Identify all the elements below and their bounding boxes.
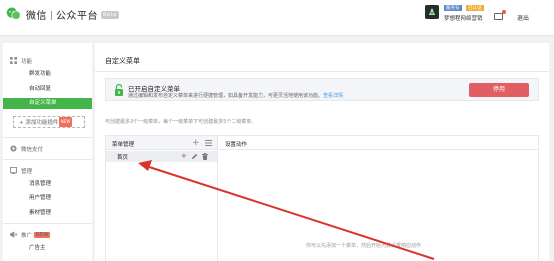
lock-icon [115, 83, 123, 96]
sidebar-item-auto-reply[interactable]: 自动回复 [3, 84, 92, 95]
manage-icon [10, 167, 17, 174]
brand-sub: 公众平台 [56, 11, 98, 22]
sidebar-divider [3, 159, 92, 160]
notice-text: 通过编辑和发布自定义菜单来进行便捷管理，如具备开发能力，可更灵活地使用该功能。 [128, 93, 324, 99]
add-plugin-button[interactable]: + 添加功能插件 NEW [13, 116, 85, 128]
set-action-header: 设置动作 [219, 136, 539, 150]
brand-separator [51, 11, 52, 20]
sidebar-group-label: 管理 [21, 168, 33, 175]
notice-box: 已开启自定义菜单 通过编辑和发布自定义菜单来进行便捷管理，如具备开发能力，可更灵… [105, 78, 539, 101]
account-name[interactable]: 梦想程网络营销 [444, 14, 483, 22]
sidebar-group-promo: 推广 NEW [3, 230, 51, 239]
menu-manage-header: 菜单管理 + [106, 136, 217, 150]
verified-badge: 已认证 [466, 5, 484, 11]
page-title: 自定义菜单 [105, 57, 140, 65]
empty-action-text: 你可以先添加一个菜单，然后开始为其设置响应动作 [306, 243, 422, 249]
sidebar-item-messages[interactable]: 消息管理 [3, 179, 92, 190]
title-divider [95, 71, 549, 72]
add-submenu-icon[interactable]: + [181, 151, 187, 162]
set-action-panel: 设置动作 你可以先添加一个菜单，然后开始为其设置响应动作 [219, 136, 539, 261]
sidebar-item-materials[interactable]: 素材管理 [3, 208, 92, 219]
add-plugin-label: + 添加功能插件 [19, 120, 59, 126]
menu-editor: 菜单管理 + 首页 + 设置动作 你可以先添加一个菜单，然后开始为其设置响应动作 [105, 135, 539, 261]
edit-icon[interactable] [191, 153, 198, 160]
menu-manage-title: 菜单管理 [112, 142, 135, 148]
sidebar-item-advertiser[interactable]: 广告主 [3, 243, 92, 254]
account-type-badge: 服务号 [444, 5, 462, 11]
sidebar-group-manage: 管理 [3, 166, 32, 175]
new-badge: NEW [34, 231, 51, 238]
sidebar-group-label: 功能 [21, 58, 33, 65]
wechat-logo-icon[interactable] [5, 5, 22, 22]
promo-icon [10, 231, 17, 238]
sidebar-item-label: 微信支付 [21, 146, 44, 153]
sidebar-item-custom-menu[interactable]: 自定义菜单 [3, 98, 92, 109]
menu-item-label: 首页 [117, 155, 129, 161]
sidebar-group-label: 推广 [21, 232, 33, 239]
logout-link[interactable]: 退出 [517, 13, 529, 22]
menu-limit-hint: 可创建最多3个一级菜单，每个一级菜单下可创建最多5个二级菜单。 [105, 119, 257, 125]
notice-description: 通过编辑和发布自定义菜单来进行便捷管理，如具备开发能力，可更灵活地使用该功能。查… [128, 92, 343, 99]
sidebar: 功能 群发功能 自动回复 自定义菜单 + 添加功能插件 NEW 微信支付 管理 消… [3, 43, 92, 261]
sidebar-divider [3, 223, 92, 224]
sidebar-item-users[interactable]: 用户管理 [3, 193, 92, 204]
disable-button[interactable]: 停用 [469, 83, 529, 97]
new-badge: NEW [59, 117, 72, 127]
menu-item-row[interactable]: 首页 + [106, 151, 217, 162]
sidebar-group-function: 功能 [3, 56, 32, 65]
main-content: 自定义菜单 已开启自定义菜单 通过编辑和发布自定义菜单来进行便捷管理，如具备开发… [95, 43, 549, 261]
brand-title[interactable]: 微信 公众平台 Beta [26, 7, 119, 22]
unread-dot [502, 10, 506, 14]
avatar[interactable] [425, 5, 439, 19]
delete-icon[interactable] [202, 153, 208, 160]
brand-name: 微信 [26, 11, 47, 22]
top-header: 微信 公众平台 Beta 服务号 已认证 梦想程网络营销 退出 [0, 0, 554, 36]
sidebar-item-mass-send[interactable]: 群发功能 [3, 69, 92, 80]
list-icon[interactable] [205, 140, 212, 146]
beta-badge: Beta [101, 11, 119, 19]
sidebar-divider [3, 137, 92, 138]
view-details-link[interactable]: 查看详情 [323, 93, 343, 99]
plus-icon[interactable]: + [192, 137, 200, 149]
mail-icon[interactable] [494, 13, 503, 20]
wechat-pay-icon [10, 145, 17, 152]
set-action-title: 设置动作 [225, 142, 248, 148]
sidebar-item-wechat-pay[interactable]: 微信支付 [3, 144, 43, 153]
menu-manage-panel: 菜单管理 + 首页 + [106, 136, 218, 261]
function-icon [10, 57, 17, 64]
